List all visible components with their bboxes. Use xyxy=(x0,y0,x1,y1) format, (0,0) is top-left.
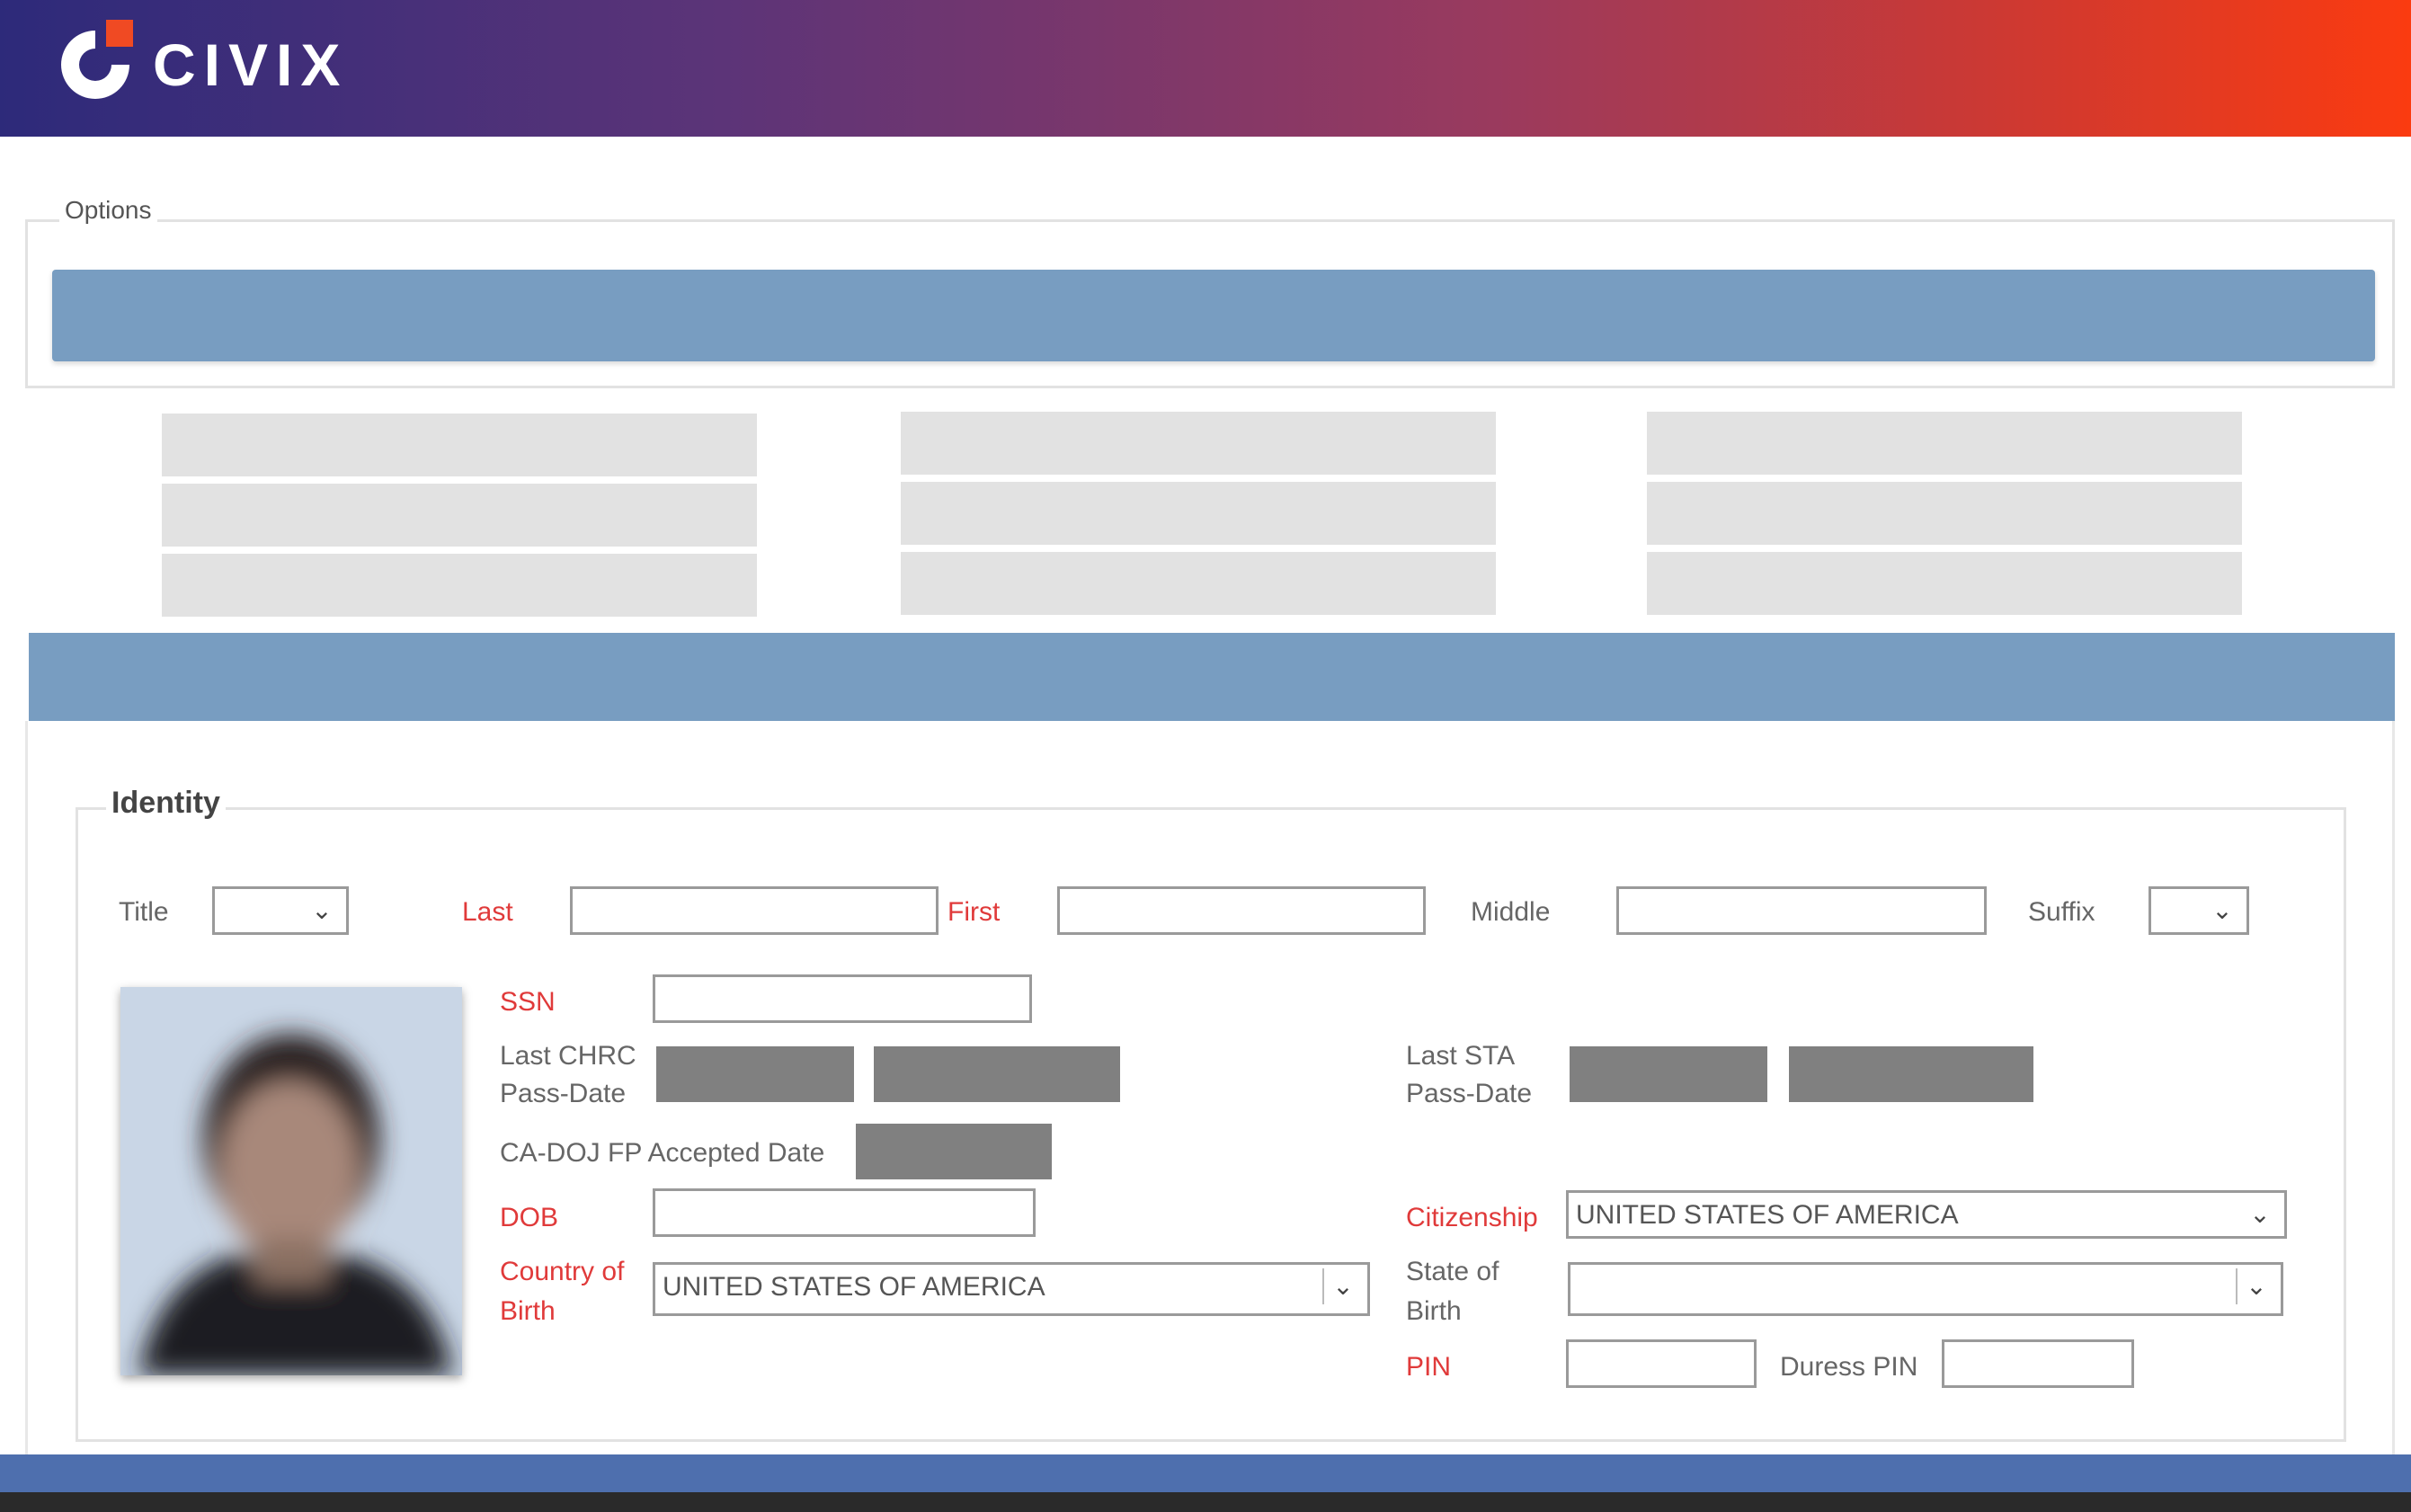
option-placeholder[interactable] xyxy=(162,414,757,476)
first-name-input[interactable] xyxy=(1057,886,1426,935)
first-name-label: First xyxy=(947,897,1001,927)
last-chrc-label-line2: Pass-Date xyxy=(500,1079,627,1108)
cadoj-fp-label: CA-DOJ FP Accepted Date xyxy=(500,1138,825,1168)
chevron-down-icon: ⌄ xyxy=(311,896,333,924)
state-birth-label-line1: State of xyxy=(1406,1257,1499,1286)
last-name-label: Last xyxy=(462,897,513,927)
middle-name-input[interactable] xyxy=(1616,886,1987,935)
brand-name: CIVIX xyxy=(153,31,349,98)
title-label: Title xyxy=(119,897,169,927)
chevron-down-icon: ⌄ xyxy=(1322,1268,1362,1304)
ssn-input[interactable] xyxy=(653,974,1032,1023)
citizenship-select[interactable]: UNITED STATES OF AMERICA ⌄ xyxy=(1566,1190,2287,1239)
last-sta-date-redacted xyxy=(1570,1046,1767,1102)
option-placeholder[interactable] xyxy=(1647,412,2242,475)
option-placeholder[interactable] xyxy=(1647,482,2242,545)
person-photo xyxy=(120,987,462,1375)
options-bar[interactable] xyxy=(52,270,2375,361)
footer-bar xyxy=(0,1454,2411,1492)
chevron-down-icon: ⌄ xyxy=(2211,896,2233,924)
country-birth-label-line2: Birth xyxy=(500,1296,556,1326)
title-select[interactable]: ⌄ xyxy=(212,886,349,935)
last-name-input[interactable] xyxy=(570,886,939,935)
state-birth-label-line2: Birth xyxy=(1406,1296,1462,1326)
country-birth-select[interactable]: UNITED STATES OF AMERICA ⌄ xyxy=(653,1262,1370,1316)
options-legend: Options xyxy=(59,196,157,225)
last-chrc-date-redacted xyxy=(874,1046,1120,1102)
pin-input[interactable] xyxy=(1566,1339,1757,1388)
suffix-label: Suffix xyxy=(2028,897,2095,927)
footer-edge xyxy=(0,1492,2411,1512)
dob-input[interactable] xyxy=(653,1188,1036,1237)
civix-logo-icon xyxy=(50,20,140,110)
suffix-select[interactable]: ⌄ xyxy=(2149,886,2249,935)
option-placeholder[interactable] xyxy=(901,482,1496,545)
country-birth-label-line1: Country of xyxy=(500,1257,625,1286)
app-header: CIVIX xyxy=(0,0,2411,137)
last-chrc-label-line1: Last CHRC xyxy=(500,1041,636,1071)
section-header-bar xyxy=(29,633,2395,721)
chevron-down-icon: ⌄ xyxy=(2236,1268,2275,1304)
option-placeholder[interactable] xyxy=(162,484,757,547)
citizenship-select-value: UNITED STATES OF AMERICA xyxy=(1576,1200,1959,1230)
last-sta-label-line1: Last STA xyxy=(1406,1041,1516,1071)
last-sta-date-redacted xyxy=(1789,1046,2033,1102)
ssn-label: SSN xyxy=(500,987,556,1017)
citizenship-label: Citizenship xyxy=(1406,1203,1538,1232)
pin-label: PIN xyxy=(1406,1352,1452,1382)
civix-logo[interactable]: CIVIX xyxy=(50,20,348,110)
option-placeholder[interactable] xyxy=(901,412,1496,475)
dob-label: DOB xyxy=(500,1203,559,1232)
chevron-down-icon: ⌄ xyxy=(2249,1200,2271,1228)
option-placeholder[interactable] xyxy=(162,554,757,617)
identity-legend: Identity xyxy=(106,786,226,821)
option-placeholder[interactable] xyxy=(1647,552,2242,615)
state-birth-select[interactable]: ⌄ xyxy=(1568,1262,2283,1316)
option-placeholder[interactable] xyxy=(901,552,1496,615)
cadoj-fp-date-redacted xyxy=(856,1124,1052,1179)
duress-pin-input[interactable] xyxy=(1942,1339,2134,1388)
duress-pin-label: Duress PIN xyxy=(1780,1352,1918,1382)
country-birth-select-value: UNITED STATES OF AMERICA xyxy=(663,1272,1045,1302)
last-chrc-date-redacted xyxy=(656,1046,854,1102)
middle-name-label: Middle xyxy=(1471,897,1551,927)
last-sta-label-line2: Pass-Date xyxy=(1406,1079,1533,1108)
